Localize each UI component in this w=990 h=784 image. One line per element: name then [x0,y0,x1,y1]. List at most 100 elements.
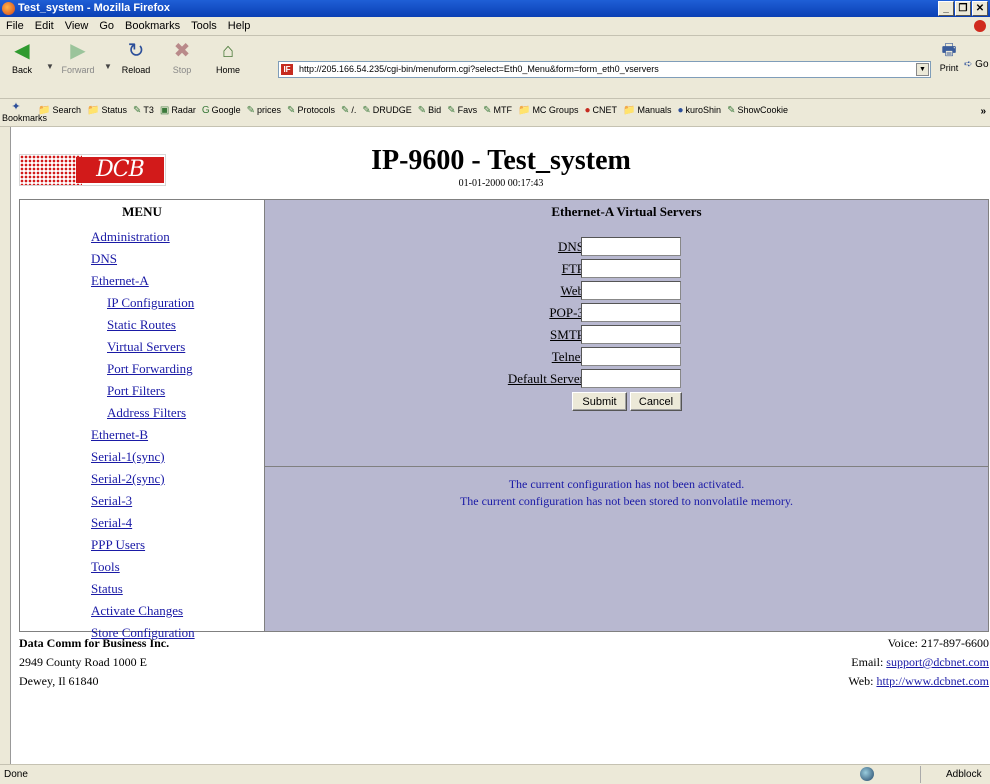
menu-link[interactable]: PPP Users [91,537,145,552]
cancel-button[interactable]: Cancel [630,392,682,411]
menu-item: Port Forwarding [20,358,264,380]
bookmark-icon: 📁 [517,105,531,116]
menu-link[interactable]: Ethernet-A [91,273,149,288]
print-button[interactable]: 🖶 Print [936,39,962,73]
bookmark-item[interactable]: ● kuroShin [677,105,721,116]
bookmark-icon: ● [584,105,591,116]
bookmark-item[interactable]: ✎/. [341,105,356,116]
restore-button[interactable]: ❐ [955,1,971,16]
server-address-input[interactable] [581,325,681,344]
go-arrow-icon: ➪ [964,59,973,70]
menu-item: Tools [20,556,264,578]
bookmark-item[interactable]: 📁 Search [38,105,81,116]
bookmark-label: Status [101,105,127,115]
menu-link[interactable]: Status [91,581,123,596]
forward-dropdown-icon[interactable]: ▼ [104,62,112,71]
bookmark-item[interactable]: ✎ MTF [483,105,512,116]
bookmark-icon: ✎ [417,105,427,116]
server-address-input[interactable] [581,369,681,388]
menu-link[interactable]: Administration [91,229,170,244]
minimize-button[interactable]: _ [938,1,954,16]
url-text[interactable]: http://205.166.54.235/cgi-bin/menuform.c… [299,64,659,74]
server-address-input[interactable] [581,303,681,322]
menu-link[interactable]: Port Forwarding [107,361,193,376]
back-button[interactable]: ◀ Back [0,39,44,75]
bookmarks-more-chevron-icon[interactable]: » [980,106,986,117]
web-link[interactable]: http://www.dcbnet.com [876,674,989,688]
form-row: Telnet [265,346,988,368]
close-button[interactable]: ✕ [972,1,988,16]
menu-link[interactable]: Ethernet-B [91,427,148,442]
url-dropdown-icon[interactable]: ▼ [916,63,929,76]
submit-button[interactable]: Submit [572,392,627,411]
menu-item: Serial-4 [20,512,264,534]
menu-item: Serial-1(sync) [20,446,264,468]
bookmark-item[interactable]: 📁 Manuals [623,105,671,116]
bookmark-item[interactable]: 📁 MC Groups [518,105,578,116]
company-name: Data Comm for Business Inc. [19,636,170,650]
bookmark-label: Radar [171,105,196,115]
menu-file[interactable]: File [0,17,29,32]
menu-link[interactable]: Activate Changes [91,603,183,618]
menu-link[interactable]: Virtual Servers [107,339,185,354]
menu-link[interactable]: Address Filters [107,405,186,420]
address-line-1: 2949 County Road 1000 E [19,655,147,669]
content-title: Ethernet-A Virtual Servers [551,204,702,219]
bookmark-item[interactable]: G Google [202,105,241,116]
menu-help[interactable]: Help [222,17,256,32]
menu-go[interactable]: Go [93,17,119,32]
email-line: Email: support@dcbnet.com [848,653,989,672]
url-bar[interactable]: IF http://205.166.54.235/cgi-bin/menufor… [278,61,931,78]
back-dropdown-icon[interactable]: ▼ [46,62,54,71]
bookmark-item[interactable]: ▣ Radar [160,105,196,116]
menu-edit[interactable]: Edit [29,17,59,32]
bookmark-label: Search [52,105,81,115]
menu-view[interactable]: View [59,17,94,32]
bookmark-item[interactable]: ✎ DRUDGE [362,105,411,116]
bookmark-item[interactable]: ✎ Bid [418,105,441,116]
bookmark-label: Google [211,105,241,115]
menu-link[interactable]: DNS [91,251,117,266]
server-address-input[interactable] [581,237,681,256]
server-address-input[interactable] [581,281,681,300]
form-row: SMTP [265,324,988,346]
bookmark-item[interactable]: 📁 Status [87,105,127,116]
menu-link[interactable]: Static Routes [107,317,176,332]
page-datetime: 01-01-2000 00:17:43 [458,178,544,189]
menu-item: Ethernet-A [20,270,264,292]
bookmark-item[interactable]: ✎ Favs [447,105,477,116]
main-panel: MENU Administration DNS Ethernet-A IP Confi… [19,199,989,640]
menu-bookmarks[interactable]: Bookmarks [119,17,185,32]
menu-link[interactable]: Tools [91,559,120,574]
bookmark-item[interactable]: ✎ Protocols [287,105,335,116]
menu-item: IP Configuration [20,292,264,314]
form-buttons: Submit Cancel [265,390,988,414]
form-row: POP-3 [265,302,988,324]
forward-button[interactable]: ▶ Forward [56,39,100,75]
bookmark-icon: 📁 [623,105,636,116]
menu-item: Ethernet-B [20,424,264,446]
bookmark-item[interactable]: ✎ T3 [133,105,154,116]
bookmark-item[interactable]: ● CNET [584,105,617,116]
menu-link[interactable]: IP Configuration [107,295,194,310]
stop-button[interactable]: ✖ Stop [160,39,204,75]
bookmarks-button[interactable]: ✦ Bookmarks [2,101,47,123]
email-link[interactable]: support@dcbnet.com [886,655,989,669]
bookmark-label: ShowCookie [737,105,788,115]
server-address-input[interactable] [581,347,681,366]
status-separator [920,766,921,783]
menu-link[interactable]: Serial-2(sync) [91,471,165,486]
server-address-input[interactable] [581,259,681,278]
adblock-button[interactable]: Adblock [946,769,982,780]
menu-link[interactable]: Port Filters [107,383,165,398]
bookmark-item[interactable]: ✎ prices [247,105,281,116]
reload-button[interactable]: ↻ Reload [114,39,158,75]
home-button[interactable]: ⌂ Home [206,39,250,75]
go-button[interactable]: ➪ Go [964,59,989,70]
menu-link[interactable]: Serial-4 [91,515,132,530]
form-row: Default Server [265,368,988,390]
bookmark-item[interactable]: ✎ ShowCookie [727,105,788,116]
menu-tools[interactable]: Tools [185,17,222,32]
menu-link[interactable]: Serial-1(sync) [91,449,165,464]
menu-link[interactable]: Serial-3 [91,493,132,508]
